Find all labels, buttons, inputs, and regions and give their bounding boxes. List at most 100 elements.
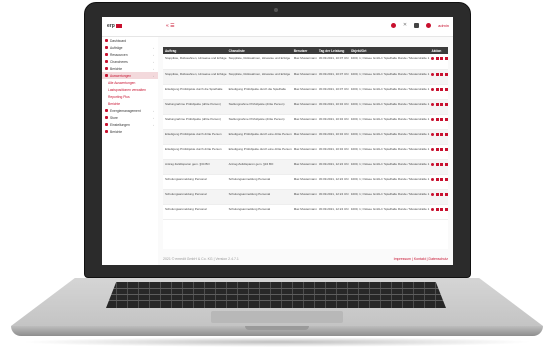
download-icon[interactable] — [444, 132, 448, 136]
edit-icon[interactable] — [435, 57, 439, 60]
column-header[interactable]: Objekt/Ort — [348, 47, 430, 54]
nav-icon — [105, 130, 108, 133]
view-icon[interactable] — [431, 102, 435, 106]
edit-icon[interactable] — [435, 132, 439, 136]
table-cell: Stoppliste, Rollosahnen, Hinweise und Er… — [163, 69, 227, 85]
delete-icon[interactable] — [440, 102, 444, 106]
table-cell: Max Mustermann — [291, 114, 317, 130]
table-row[interactable]: Erledigung Prüfobjekte durch dritte Pers… — [163, 144, 448, 160]
view-icon[interactable] — [431, 162, 435, 166]
user-icon[interactable] — [426, 23, 432, 28]
download-icon[interactable] — [444, 72, 448, 76]
view-icon[interactable] — [431, 87, 435, 91]
table-row[interactable]: Schulungsanmeldung Personal Schulungsanme… — [163, 204, 448, 220]
sidebar-item[interactable]: Ressourcen › — [102, 51, 158, 58]
table-row[interactable]: Stoppliste, Rollosahnen, Hinweise und Er… — [163, 54, 448, 70]
table-cell: 1000, 1; Ostsee GmbH / Spielhalle Runde … — [348, 189, 430, 205]
view-icon[interactable] — [431, 192, 435, 196]
table-cell: 1000, 1; Ostsee GmbH / Spielhalle Runde … — [348, 69, 430, 85]
sidebar-item[interactable]: Alle Auswertungen — [102, 79, 158, 86]
column-header[interactable]: Benutzer — [291, 47, 317, 54]
view-icon[interactable] — [431, 207, 435, 211]
download-icon[interactable] — [444, 117, 448, 121]
footer-links[interactable]: Impressum | Kontakt | Datenschutz — [394, 257, 448, 261]
edit-icon[interactable] — [435, 72, 439, 76]
download-icon[interactable] — [444, 102, 448, 106]
view-icon[interactable] — [431, 117, 435, 121]
menu-toggle-button[interactable]: « ☰ — [166, 23, 175, 29]
user-name[interactable]: admin — [438, 23, 449, 28]
expand-icon[interactable]: ✕ — [403, 23, 407, 28]
download-icon[interactable] — [444, 147, 448, 151]
table-cell: Antrag Zeltdisparon gem. §34 BO — [226, 159, 292, 175]
download-icon[interactable] — [444, 192, 448, 196]
delete-icon[interactable] — [440, 207, 444, 211]
view-icon[interactable] — [431, 57, 435, 60]
table-row[interactable]: Erledigung Prüfobjekte durch dritte Pers… — [163, 129, 448, 145]
table-row[interactable]: Schulungsanmeldung Personal Schulungsanme… — [163, 174, 448, 190]
delete-icon[interactable] — [440, 132, 444, 136]
edit-icon[interactable] — [435, 87, 439, 91]
table-row[interactable]: Stoppliste, Rollosahnen, Hinweise und Er… — [163, 69, 448, 85]
view-icon[interactable] — [431, 177, 435, 181]
delete-icon[interactable] — [440, 72, 444, 76]
delete-icon[interactable] — [440, 87, 444, 91]
delete-icon[interactable] — [440, 192, 444, 196]
sidebar-item[interactable]: Lastspositionen verwalten — [102, 86, 158, 93]
sidebar-item[interactable]: Berichte — [102, 100, 158, 107]
table-cell: Erledigung Prüfobjekte durch die Spielha… — [226, 84, 292, 100]
table-cell: Antrag Zeltdisparon gem. §34 BO — [163, 159, 227, 175]
download-icon[interactable] — [444, 177, 448, 181]
download-icon[interactable] — [444, 162, 448, 166]
edit-icon[interactable] — [435, 102, 439, 106]
delete-icon[interactable] — [440, 177, 444, 181]
edit-icon[interactable] — [435, 117, 439, 121]
sidebar-item[interactable]: Reporting Plus — [102, 93, 158, 100]
sidebar-item[interactable]: Berichte › — [102, 65, 158, 72]
column-header[interactable]: Aktion — [429, 47, 448, 54]
table-cell: Max Mustermann — [291, 204, 317, 220]
download-icon[interactable] — [444, 57, 448, 60]
sidebar-item[interactable]: Aufträge › — [102, 44, 158, 51]
delete-icon[interactable] — [440, 162, 444, 166]
app-logo[interactable]: erp — [107, 23, 122, 29]
column-header[interactable]: Auftrag — [163, 47, 227, 54]
table-row[interactable]: Stellungnahme Prüfobjekte (dritte Person… — [163, 114, 448, 130]
edit-icon[interactable] — [435, 177, 439, 181]
view-icon[interactable] — [431, 132, 435, 136]
sidebar-item[interactable]: Energiemanagement › — [102, 107, 158, 114]
delete-icon[interactable] — [440, 57, 444, 60]
view-icon[interactable] — [431, 72, 435, 76]
sidebar-item[interactable]: Chancheres › — [102, 58, 158, 65]
table-cell: Max Mustermann — [291, 69, 317, 85]
grid-icon[interactable] — [414, 23, 420, 28]
sidebar-item[interactable]: Einstellungen › — [102, 121, 158, 128]
sidebar-item[interactable]: Store › — [102, 114, 158, 121]
table-row[interactable]: Antrag Zeltdisparon gem. §34 BO Antrag Ze… — [163, 159, 448, 175]
settings-icon[interactable] — [390, 23, 396, 28]
table-cell: Max Mustermann — [291, 189, 317, 205]
edit-icon[interactable] — [435, 207, 439, 211]
delete-icon[interactable] — [440, 117, 444, 121]
delete-icon[interactable] — [440, 147, 444, 151]
table-row[interactable]: Stellungnahme Prüfobjekte (dritte Person… — [163, 99, 448, 115]
download-icon[interactable] — [444, 87, 448, 91]
sidebar-item-label: Alle Auswertungen — [108, 80, 136, 85]
action-cell — [429, 174, 448, 190]
edit-icon[interactable] — [435, 192, 439, 196]
sidebar-item[interactable]: Auswertungen › — [102, 72, 158, 79]
view-icon[interactable] — [431, 147, 435, 151]
sidebar-item[interactable]: Dashboard — [102, 37, 158, 44]
column-header[interactable]: Tag der Leistung — [316, 47, 349, 54]
sidebar-item-label: Berichte — [110, 129, 123, 134]
download-icon[interactable] — [444, 207, 448, 211]
edit-icon[interactable] — [435, 147, 439, 151]
edit-icon[interactable] — [435, 162, 439, 166]
table-row[interactable]: Erledigung Prüfobjekte durch die Spielha… — [163, 84, 448, 100]
action-cell — [429, 54, 448, 70]
table-row[interactable]: Schulungsanmeldung Personal Schulungsanme… — [163, 189, 448, 205]
sidebar-item[interactable]: Berichte — [102, 128, 158, 135]
column-header[interactable]: Chancliste — [226, 47, 292, 54]
table-cell: Max Mustermann — [291, 84, 317, 100]
table-cell: 1000, 1; Ostsee GmbH / Spielhalle Runde … — [348, 129, 430, 145]
